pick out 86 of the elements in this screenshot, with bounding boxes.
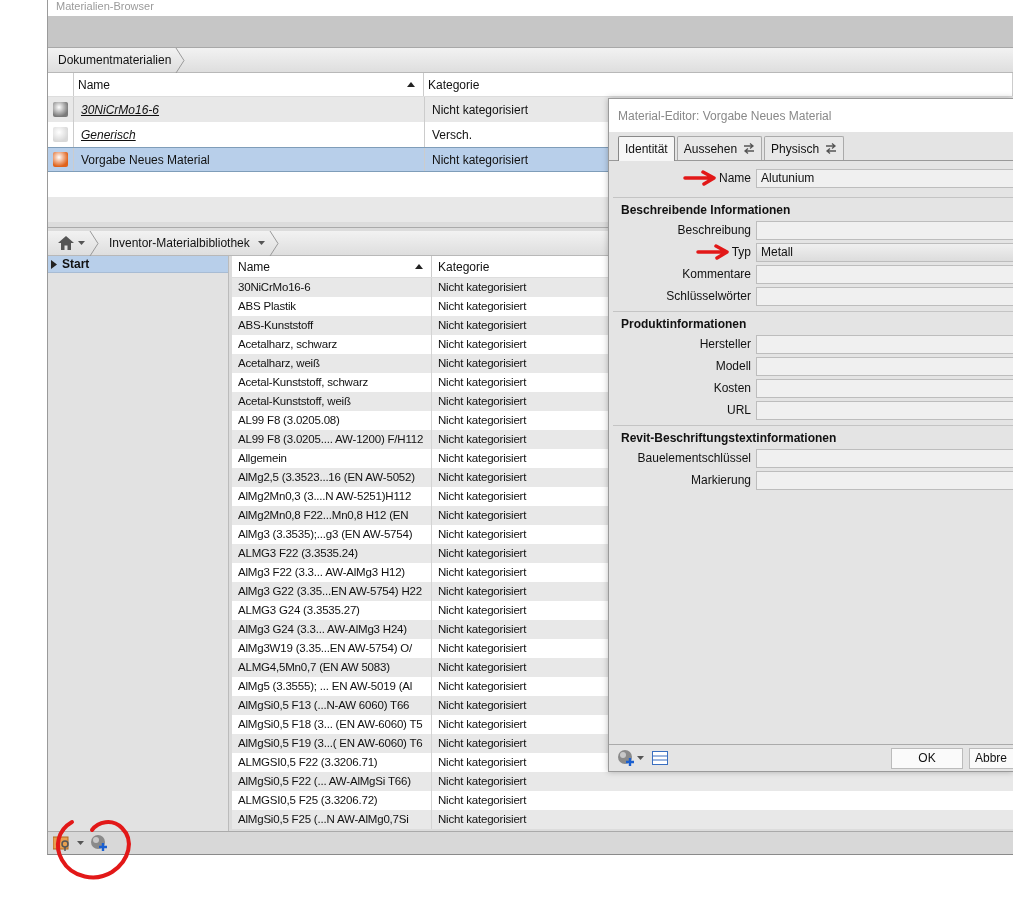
table-cell-text: Nicht kategorisiert	[437, 298, 527, 314]
field-label: Hersteller	[699, 336, 751, 353]
caret-icon[interactable]	[78, 241, 85, 245]
input-field[interactable]	[756, 356, 1013, 376]
table-cell-text: Nicht kategorisiert	[437, 393, 527, 409]
input-field[interactable]	[756, 264, 1013, 284]
table-cell-text: Nicht kategorisiert	[437, 735, 527, 751]
section-heading: Produktinformationen	[620, 316, 748, 333]
list-view-icon[interactable]	[652, 751, 668, 765]
table-cell-text: Nicht kategorisiert	[437, 488, 527, 504]
table-cell-text: Nicht kategorisiert	[437, 716, 527, 732]
field-label: Schlüsselwörter	[666, 288, 751, 305]
field-label: Typ	[731, 244, 751, 261]
expand-arrow-icon[interactable]	[51, 259, 58, 269]
globe-plus-icon[interactable]	[90, 834, 108, 852]
breadcrumb-separator-icon	[268, 230, 279, 256]
table-cell-text: Nicht kategorisiert	[437, 754, 527, 770]
field-label: URL	[727, 402, 751, 419]
table-cell-text: Nicht kategorisiert	[437, 811, 527, 827]
input-field[interactable]	[756, 400, 1013, 420]
breadcrumb-item[interactable]: Dokumentmaterialien	[48, 51, 176, 69]
home-icon[interactable]	[58, 236, 74, 250]
breadcrumb-separator-icon	[89, 230, 99, 256]
table-cell-text: Nicht kategorisiert	[437, 412, 527, 428]
table-cell-text: Nicht kategorisiert	[437, 697, 527, 713]
tree-item[interactable]: Start	[48, 256, 228, 273]
column-header[interactable]: Name	[74, 73, 424, 96]
table-cell: AlMgSi0,5 F25 (...N AW-AlMg0,7Si	[232, 810, 432, 829]
table-cell-text: Nicht kategorisiert	[437, 602, 527, 618]
input-field[interactable]	[756, 334, 1013, 354]
table-cell-text: Nicht kategorisiert	[437, 431, 527, 447]
table-cell-text: Nicht kategorisiert	[437, 792, 527, 808]
field-label: Bauelementschlüssel	[637, 450, 751, 467]
field-label: Beschreibung	[677, 222, 751, 239]
table-cell-text: Generisch	[80, 126, 137, 144]
table-cell-text: Nicht kategorisiert	[437, 374, 527, 390]
cancel-button[interactable]: Abbre	[969, 747, 1013, 769]
table-cell-text: Nicht kategorisiert	[437, 678, 527, 694]
table-cell-text: Nicht kategorisiert	[437, 526, 527, 542]
caret-icon[interactable]	[257, 241, 265, 245]
input-field[interactable]	[756, 448, 1013, 468]
table-cell-text: Nicht kategorisiert	[437, 545, 527, 561]
sort-ascending-icon[interactable]	[407, 82, 415, 87]
table-cell: Nicht kategorisiert	[424, 148, 529, 171]
caret-icon[interactable]	[637, 756, 644, 760]
dialog-title: Material-Editor: Vorgabe Neues Material	[609, 99, 1013, 132]
table-cell-text: Nicht kategorisiert	[437, 659, 527, 675]
table-cell-text: Nicht kategorisiert	[437, 773, 527, 789]
breadcrumb-item[interactable]: Inventor-Materialbibliothek	[99, 234, 254, 252]
input-field[interactable]	[756, 220, 1013, 240]
table-cell-text: Nicht kategorisiert	[437, 355, 527, 371]
field-label: Name	[719, 170, 751, 187]
window-title: Materialien-Browser	[48, 0, 1013, 16]
caret-icon[interactable]	[77, 841, 84, 845]
table-cell-text: Nicht kategorisiert	[437, 336, 527, 352]
field-label: Kosten	[713, 380, 751, 397]
table-cell-text: Vorgabe Neues Material	[80, 151, 211, 169]
table-cell-text: Nicht kategorisiert	[437, 621, 527, 637]
table-cell-text: Nicht kategorisiert	[437, 279, 527, 295]
breadcrumb-separator-icon	[175, 47, 186, 73]
table-cell-text: Nicht kategorisiert	[437, 583, 527, 599]
input-field[interactable]: Alutunium	[756, 168, 1013, 188]
tab[interactable]: Identität	[618, 136, 675, 161]
globe-plus-icon[interactable]	[617, 749, 635, 767]
table-cell-text: Nicht kategorisiert	[437, 469, 527, 485]
input-field[interactable]	[756, 378, 1013, 398]
field-label: Kommentare	[682, 266, 751, 283]
column-header[interactable]: Kategorie	[424, 73, 1013, 96]
ok-button[interactable]: OK	[891, 747, 963, 769]
field-label: Modell	[715, 358, 751, 375]
sort-ascending-icon[interactable]	[415, 264, 423, 269]
input-field[interactable]	[756, 470, 1013, 490]
table-cell-text: 30NiCrMo16-6	[80, 101, 161, 119]
table-cell-text: Nicht kategorisiert	[437, 507, 527, 523]
tab[interactable]: Physisch	[764, 136, 845, 160]
column-header[interactable]: Name	[232, 256, 432, 277]
table-cell-text: Nicht kategorisiert	[437, 450, 527, 466]
section-heading: Revit-Beschriftungstextinformationen	[620, 430, 838, 447]
section-heading: Beschreibende Informationen	[620, 202, 792, 219]
dropdown-field[interactable]: Metall	[756, 242, 1013, 262]
table-cell-text: Nicht kategorisiert	[437, 640, 527, 656]
field-label: Markierung	[690, 472, 751, 489]
table-cell-text: Nicht kategorisiert	[437, 564, 527, 580]
input-field[interactable]	[756, 286, 1013, 306]
table-cell-text: Nicht kategorisiert	[437, 317, 527, 333]
tab[interactable]: Aussehen	[676, 136, 763, 160]
